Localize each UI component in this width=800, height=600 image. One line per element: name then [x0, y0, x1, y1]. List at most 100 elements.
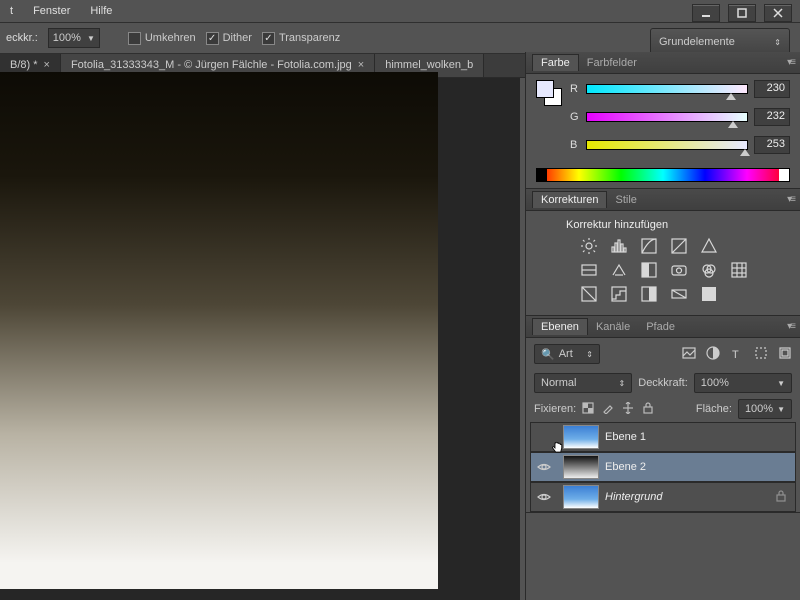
filter-text-icon[interactable]: T: [730, 346, 744, 363]
layer-opacity-combo[interactable]: 100%▼: [694, 373, 792, 393]
panel-header: Korrekturen Stile ▾≡: [526, 189, 800, 211]
color-balance-icon[interactable]: [610, 261, 628, 279]
g-slider[interactable]: [586, 112, 748, 122]
blend-mode-combo[interactable]: Normal⇕: [534, 373, 632, 393]
opacity-combo[interactable]: 100% ▼: [48, 28, 100, 48]
panel-menu-icon[interactable]: ▾≡: [787, 57, 794, 68]
tab-farbe[interactable]: Farbe: [532, 54, 579, 71]
chevron-updown-icon: ⇕: [619, 379, 626, 388]
levels-icon[interactable]: [610, 237, 628, 255]
chevron-updown-icon: ⇕: [774, 38, 781, 47]
canvas-area[interactable]: [0, 78, 520, 600]
layer-list: Ebene 1 Ebene 2 Hintergrund: [526, 422, 800, 512]
tab-korrekturen[interactable]: Korrekturen: [532, 191, 607, 208]
spectrum-ramp[interactable]: [536, 168, 790, 182]
tab-label: Fotolia_31333343_M - © Jürgen Fälchle - …: [71, 59, 352, 71]
layer-name[interactable]: Ebene 1: [605, 431, 646, 443]
layer-thumbnail[interactable]: [563, 485, 599, 509]
close-button[interactable]: [764, 4, 792, 22]
visibility-toggle[interactable]: [531, 462, 557, 472]
hue-sat-icon[interactable]: [580, 261, 598, 279]
b-value[interactable]: 253: [754, 136, 790, 154]
r-label: R: [570, 83, 580, 95]
document-canvas[interactable]: [0, 72, 438, 589]
adjustments-heading: Korrektur hinzufügen: [566, 219, 790, 231]
fill-label: Fläche:: [696, 403, 732, 415]
layer-name[interactable]: Ebene 2: [605, 461, 646, 473]
transparency-checkbox[interactable]: Transparenz: [262, 32, 340, 45]
tab-stile[interactable]: Stile: [607, 192, 644, 208]
lock-pixels-icon[interactable]: [602, 402, 614, 417]
chevron-down-icon: ▼: [777, 405, 785, 414]
tab-label: himmel_wolken_b: [385, 59, 473, 71]
tab-label: B/8) *: [10, 59, 38, 71]
gradient-map-icon[interactable]: [670, 285, 688, 303]
g-label: G: [570, 111, 580, 123]
vibrance-icon[interactable]: [700, 237, 718, 255]
invert-checkbox[interactable]: Umkehren: [128, 32, 196, 45]
filter-adjust-icon[interactable]: [706, 346, 720, 363]
photo-filter-icon[interactable]: [670, 261, 688, 279]
close-icon[interactable]: ×: [44, 59, 50, 71]
filter-shape-icon[interactable]: [754, 346, 768, 363]
eye-icon: [537, 492, 551, 502]
lock-all-icon[interactable]: [642, 402, 654, 417]
curves-icon[interactable]: [640, 237, 658, 255]
tab-pfade[interactable]: Pfade: [638, 319, 683, 335]
brightness-icon[interactable]: [580, 237, 598, 255]
channel-mixer-icon[interactable]: [700, 261, 718, 279]
layer-name[interactable]: Hintergrund: [605, 491, 662, 503]
b-label: B: [570, 139, 580, 151]
layer-thumbnail[interactable]: [563, 455, 599, 479]
dither-label: Dither: [223, 32, 252, 44]
dither-checkbox[interactable]: Dither: [206, 32, 252, 45]
layer-thumbnail[interactable]: [563, 425, 599, 449]
workspace-value: Grundelemente: [659, 36, 735, 48]
selective-color-icon[interactable]: [700, 285, 718, 303]
bw-icon[interactable]: [640, 261, 658, 279]
r-slider[interactable]: [586, 84, 748, 94]
layers-panel: Ebenen Kanäle Pfade ▾≡ 🔍Art⇕ T Normal⇕ D…: [526, 316, 800, 513]
panel-menu-icon[interactable]: ▾≡: [787, 321, 794, 332]
eye-icon: [537, 462, 551, 472]
layer-fill-combo[interactable]: 100%▼: [738, 399, 792, 419]
invert-icon[interactable]: [580, 285, 598, 303]
layer-row[interactable]: Hintergrund: [530, 482, 796, 512]
fg-bg-swatch[interactable]: [536, 80, 562, 106]
exposure-icon[interactable]: [670, 237, 688, 255]
menu-item[interactable]: t: [0, 2, 23, 20]
checkbox-icon: [128, 32, 141, 45]
adjustments-panel: Korrekturen Stile ▾≡ Korrektur hinzufüge…: [526, 189, 800, 316]
checkbox-checked-icon: [262, 32, 275, 45]
filter-image-icon[interactable]: [682, 346, 696, 363]
layer-row[interactable]: Ebene 1: [530, 422, 796, 452]
posterize-icon[interactable]: [610, 285, 628, 303]
tab-farbfelder[interactable]: Farbfelder: [579, 55, 645, 71]
visibility-toggle[interactable]: [531, 492, 557, 502]
tab-ebenen[interactable]: Ebenen: [532, 318, 588, 335]
g-value[interactable]: 232: [754, 108, 790, 126]
layer-filter-kind[interactable]: 🔍Art⇕: [534, 344, 600, 364]
lock-label: Fixieren:: [534, 403, 576, 415]
lock-position-icon[interactable]: [622, 402, 634, 417]
panel-menu-icon[interactable]: ▾≡: [787, 194, 794, 205]
r-value[interactable]: 230: [754, 80, 790, 98]
color-lookup-icon[interactable]: [730, 261, 748, 279]
menu-bar: t Fenster Hilfe: [0, 0, 800, 22]
tab-kanaele[interactable]: Kanäle: [588, 319, 638, 335]
maximize-button[interactable]: [728, 4, 756, 22]
fg-color-icon[interactable]: [536, 80, 554, 98]
filter-smart-icon[interactable]: [778, 346, 792, 363]
menu-item-hilfe[interactable]: Hilfe: [80, 2, 122, 20]
threshold-icon[interactable]: [640, 285, 658, 303]
chevron-down-icon: ▼: [87, 34, 95, 43]
lock-transparency-icon[interactable]: [582, 402, 594, 417]
window-controls: [692, 4, 792, 22]
opacity-value: 100%: [53, 32, 81, 44]
checkbox-checked-icon: [206, 32, 219, 45]
b-slider[interactable]: [586, 140, 748, 150]
minimize-button[interactable]: [692, 4, 720, 22]
layer-row[interactable]: Ebene 2: [530, 452, 796, 482]
close-icon[interactable]: ×: [358, 59, 364, 71]
menu-item-fenster[interactable]: Fenster: [23, 2, 80, 20]
